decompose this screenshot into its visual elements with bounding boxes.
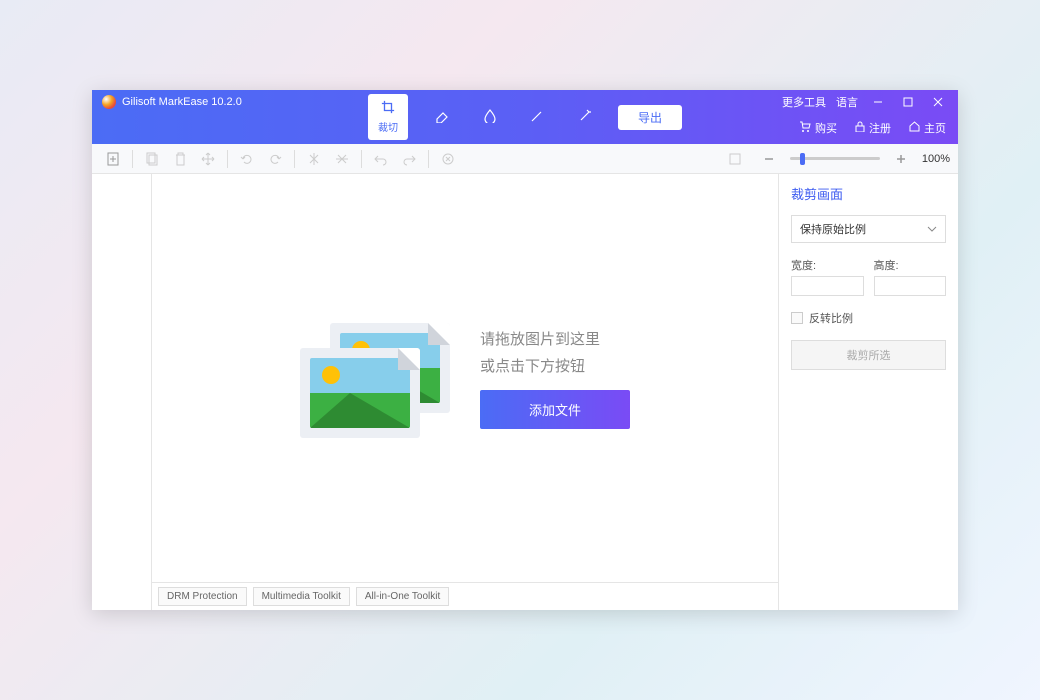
app-title-wrap: Gilisoft MarkEase 10.2.0 <box>102 95 242 109</box>
dimensions: 宽度: 高度: <box>791 257 946 296</box>
add-file-button[interactable] <box>100 146 126 172</box>
tab-brush[interactable] <box>522 105 552 130</box>
drop-zone[interactable]: 请拖放图片到这里 或点击下方按钮 添加文件 <box>152 174 778 582</box>
drop-text: 请拖放图片到这里 或点击下方按钮 添加文件 <box>480 328 630 429</box>
tab-multimedia[interactable]: Multimedia Toolkit <box>253 587 350 606</box>
invert-ratio-label: 反转比例 <box>809 310 853 326</box>
ratio-dropdown[interactable]: 保持原始比例 <box>791 215 946 243</box>
clear-button[interactable] <box>435 146 461 172</box>
home-link[interactable]: 主页 <box>909 120 946 136</box>
maximize-button[interactable] <box>898 95 918 109</box>
rotate-left-button[interactable] <box>234 146 260 172</box>
separator <box>428 150 429 168</box>
redo-button[interactable] <box>396 146 422 172</box>
add-file-button[interactable]: 添加文件 <box>480 390 630 429</box>
zoom-percent: 100% <box>922 153 950 165</box>
home-label: 主页 <box>924 120 946 136</box>
cart-icon <box>799 121 811 135</box>
thumbnail-strip <box>92 174 152 610</box>
close-button[interactable] <box>928 95 948 109</box>
copy-button[interactable] <box>139 146 165 172</box>
lock-icon <box>855 121 865 135</box>
placeholder-illustration <box>300 323 450 433</box>
undo-button[interactable] <box>368 146 394 172</box>
main-tabs: 裁切 导出 <box>368 94 682 140</box>
height-input[interactable] <box>874 276 947 296</box>
crop-icon <box>381 100 395 117</box>
drop-line-1: 请拖放图片到这里 <box>480 328 630 349</box>
width-label: 宽度: <box>791 257 864 273</box>
zoom-slider[interactable] <box>790 157 880 160</box>
rotate-right-button[interactable] <box>262 146 288 172</box>
delete-button[interactable] <box>167 146 193 172</box>
invert-ratio-row[interactable]: 反转比例 <box>791 310 946 326</box>
tab-crop[interactable]: 裁切 <box>368 94 408 140</box>
droplet-icon <box>484 109 496 126</box>
height-label: 高度: <box>874 257 947 273</box>
toolbar-left <box>100 146 461 172</box>
drop-line-2: 或点击下方按钮 <box>480 355 630 376</box>
zoom-in-button[interactable] <box>888 146 914 172</box>
height-col: 高度: <box>874 257 947 296</box>
tab-eraser[interactable] <box>426 105 458 130</box>
app-window: Gilisoft MarkEase 10.2.0 更多工具 语言 <box>92 90 958 610</box>
wand-icon <box>578 109 592 126</box>
fit-button[interactable] <box>722 146 748 172</box>
separator <box>361 150 362 168</box>
content-area: 请拖放图片到这里 或点击下方按钮 添加文件 DRM Protection Mul… <box>92 174 958 610</box>
tab-magic[interactable] <box>570 105 600 130</box>
crop-selected-button[interactable]: 裁剪所选 <box>791 340 946 370</box>
flip-vertical-button[interactable] <box>301 146 327 172</box>
home-icon <box>909 121 920 135</box>
zoom-thumb[interactable] <box>800 153 805 165</box>
move-button[interactable] <box>195 146 221 172</box>
image-icon <box>300 348 420 438</box>
crop-btn-label: 裁剪所选 <box>847 350 891 362</box>
brush-icon <box>530 109 544 126</box>
panel-title: 裁剪画面 <box>791 184 946 203</box>
tab-blur[interactable] <box>476 105 504 130</box>
canvas-area: 请拖放图片到这里 或点击下方按钮 添加文件 DRM Protection Mul… <box>152 174 778 610</box>
bottom-tabs: DRM Protection Multimedia Toolkit All-in… <box>152 582 778 610</box>
export-label: 导出 <box>638 111 662 125</box>
app-icon <box>102 95 116 109</box>
toolbar-right: 100% <box>722 146 950 172</box>
minimize-button[interactable] <box>868 95 888 109</box>
right-panel: 裁剪画面 保持原始比例 宽度: 高度: 反转比例 <box>778 174 958 610</box>
register-link[interactable]: 注册 <box>855 120 891 136</box>
more-tools-link[interactable]: 更多工具 <box>782 94 826 110</box>
export-button[interactable]: 导出 <box>618 105 682 130</box>
checkbox-icon[interactable] <box>791 312 803 324</box>
tab-allinone[interactable]: All-in-One Toolkit <box>356 587 449 606</box>
language-link[interactable]: 语言 <box>836 94 858 110</box>
add-file-label: 添加文件 <box>529 403 581 418</box>
tab-drm[interactable]: DRM Protection <box>158 587 247 606</box>
flip-horizontal-button[interactable] <box>329 146 355 172</box>
titlebar: Gilisoft MarkEase 10.2.0 更多工具 语言 <box>92 90 958 144</box>
tab-crop-label: 裁切 <box>378 119 398 134</box>
width-input[interactable] <box>791 276 864 296</box>
buy-link[interactable]: 购买 <box>799 120 837 136</box>
separator <box>294 150 295 168</box>
zoom-out-button[interactable] <box>756 146 782 172</box>
buy-label: 购买 <box>815 120 837 136</box>
titlebar-controls: 更多工具 语言 <box>782 94 948 110</box>
register-label: 注册 <box>869 120 891 136</box>
separator <box>227 150 228 168</box>
separator <box>132 150 133 168</box>
chevron-down-icon <box>927 223 937 235</box>
ratio-value: 保持原始比例 <box>800 221 866 237</box>
app-title: Gilisoft MarkEase 10.2.0 <box>122 96 242 108</box>
eraser-icon <box>434 109 450 126</box>
toolbar: 100% <box>92 144 958 174</box>
width-col: 宽度: <box>791 257 864 296</box>
header-links: 购买 注册 主页 <box>799 120 946 136</box>
